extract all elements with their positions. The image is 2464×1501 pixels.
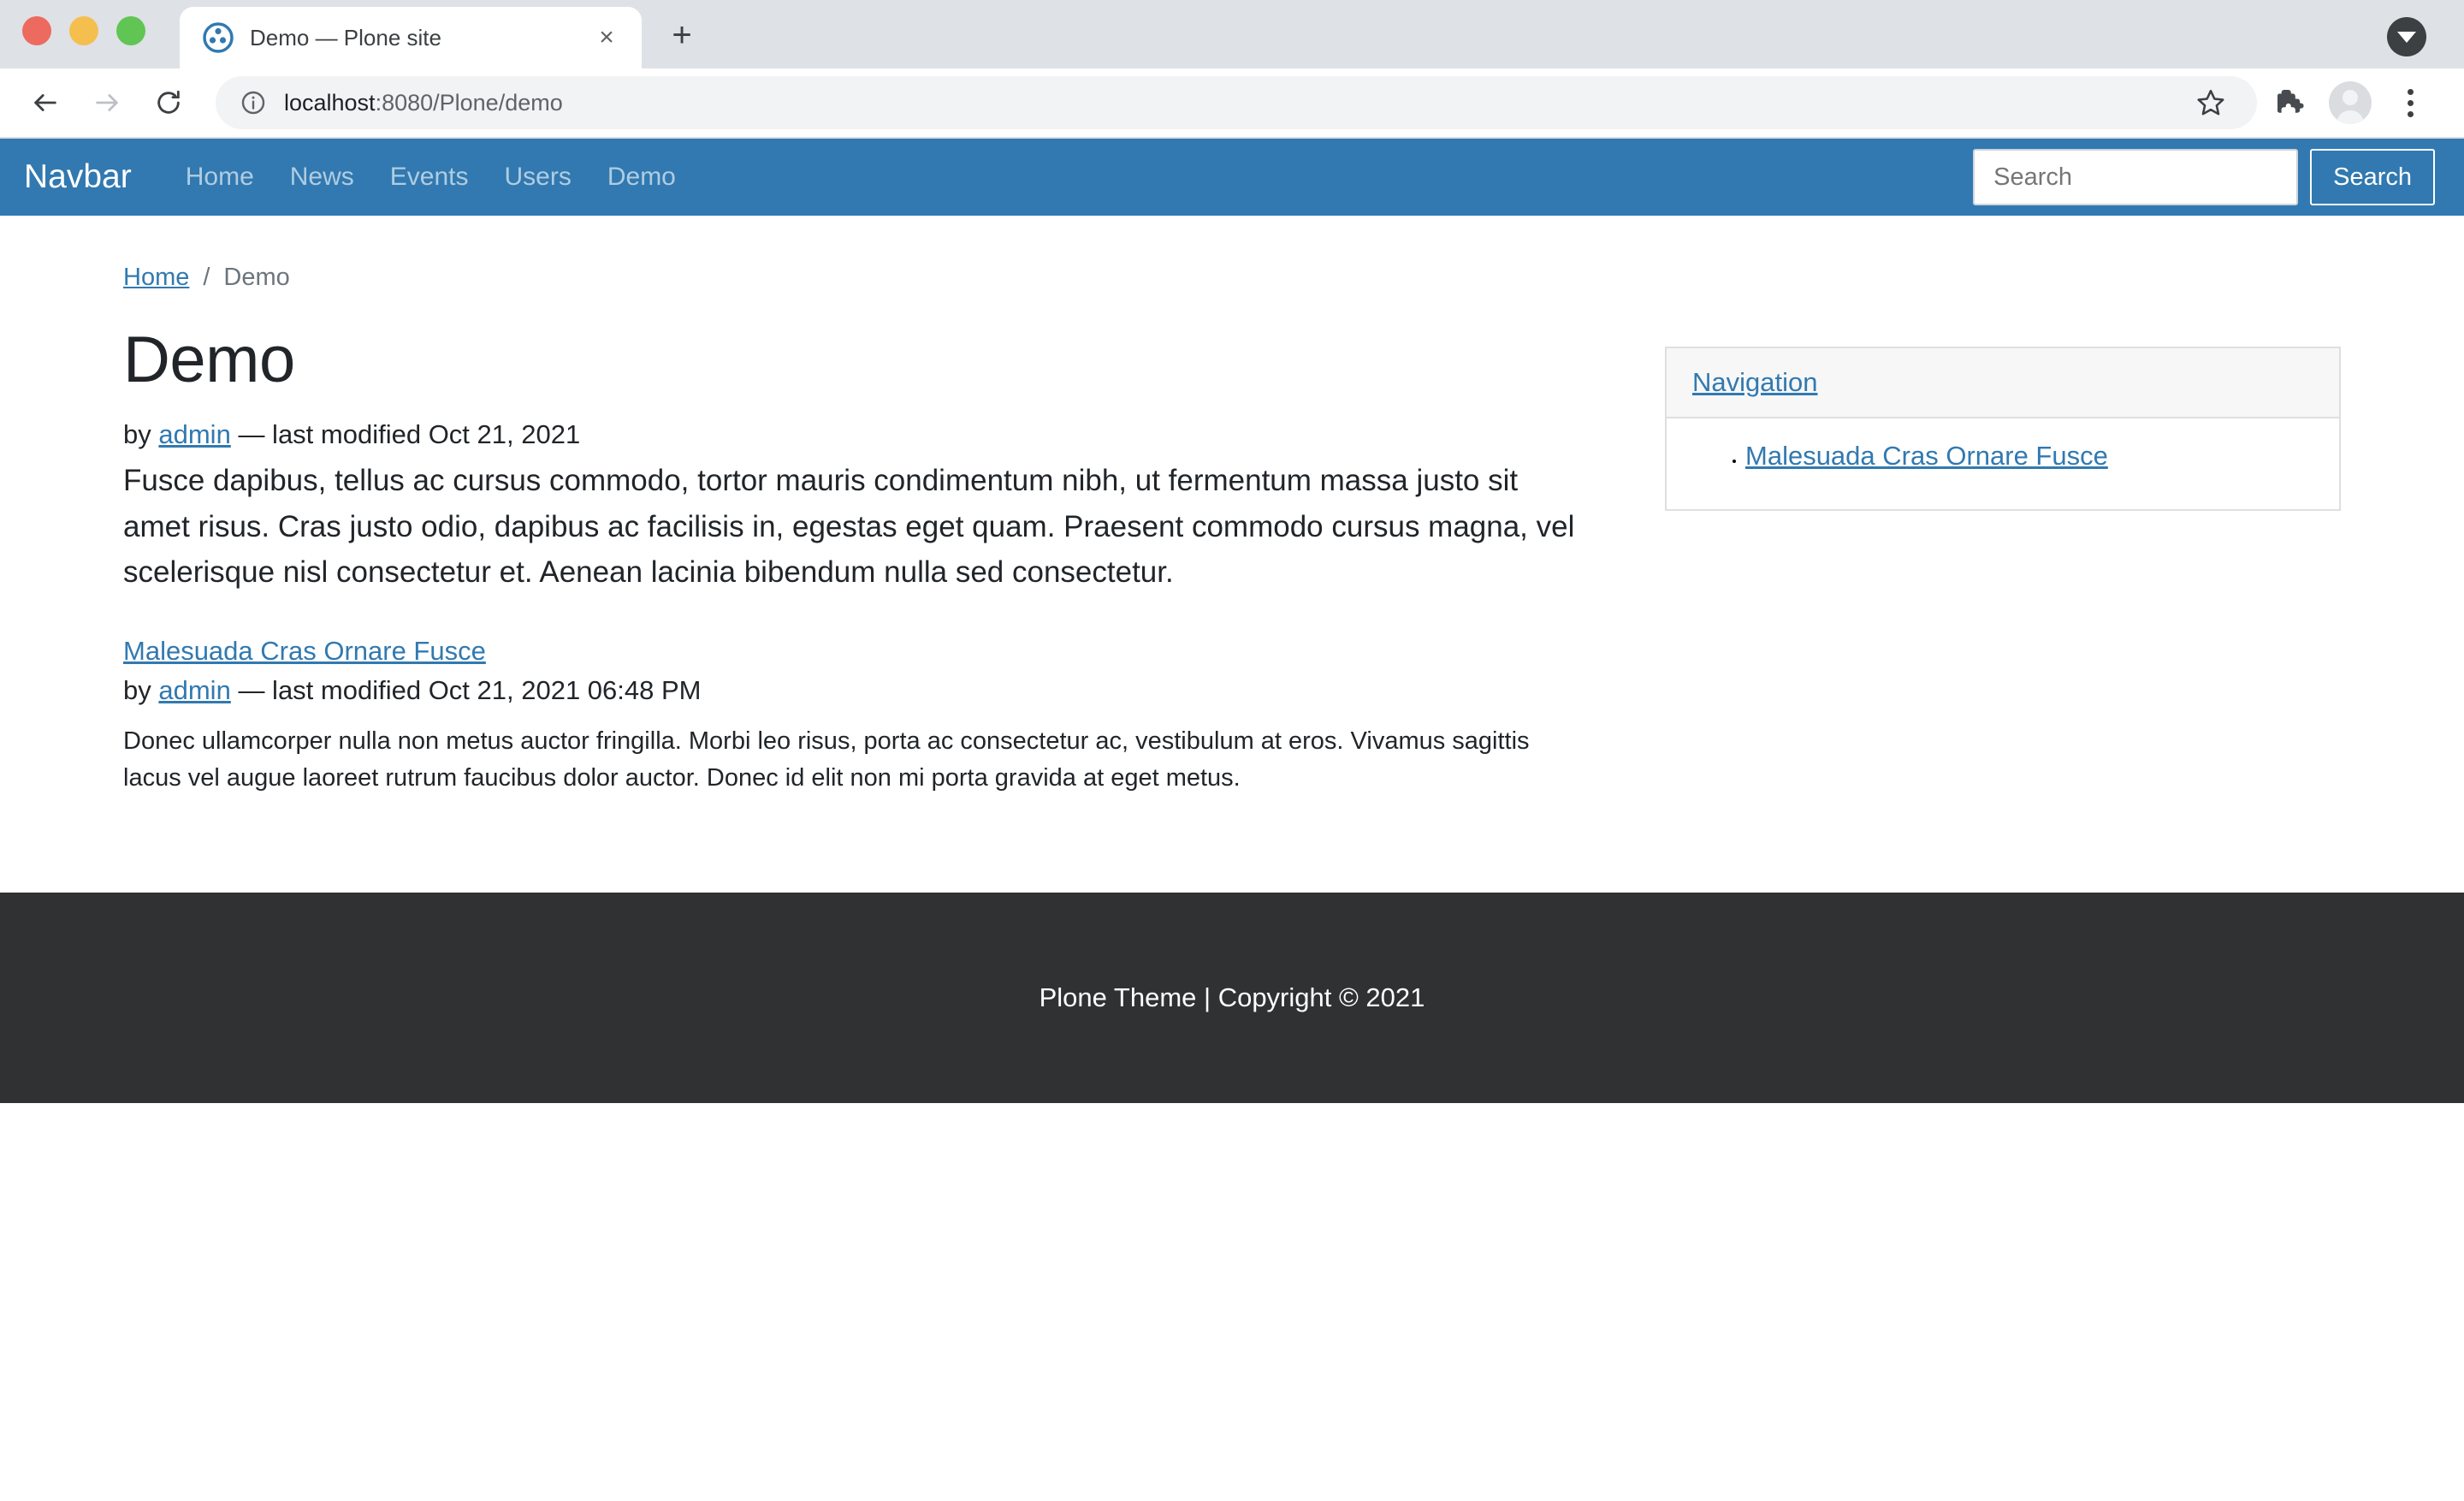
main-content-column: Demo by admin — last modified Oct 21, 20… [123, 323, 1629, 797]
page-title: Demo [123, 323, 295, 396]
search-button[interactable]: Search [2310, 149, 2435, 205]
page-body: Home / Demo Demo by admin — last modifie… [0, 216, 2464, 1103]
nav-item-demo[interactable]: Demo [589, 163, 694, 192]
list-item: Malesuada Cras Ornare Fusce [1745, 441, 2313, 472]
nav-link-news[interactable]: News [272, 163, 372, 192]
byline-author-link[interactable]: admin [158, 419, 230, 449]
nav-item-news[interactable]: News [272, 163, 372, 192]
bookmark-star-icon[interactable] [2187, 79, 2235, 127]
reload-button[interactable] [142, 76, 195, 129]
maximize-window-button[interactable] [116, 16, 145, 45]
nav-link-demo[interactable]: Demo [589, 163, 694, 192]
extensions-puzzle-icon[interactable] [2266, 78, 2315, 128]
nav-link-home[interactable]: Home [168, 163, 272, 192]
forward-button[interactable] [80, 76, 133, 129]
plone-favicon-icon [202, 21, 234, 54]
close-tab-icon[interactable]: × [590, 21, 623, 54]
breadcrumb-current: Demo [223, 264, 290, 291]
item-byline-modified: — last modified Oct 21, 2021 06:48 PM [238, 674, 702, 705]
browser-tabstrip: Demo — Plone site × + [0, 0, 2464, 68]
browser-toolbar: localhost:8080/Plone/demo [0, 68, 2464, 139]
item-byline-prefix: by [123, 674, 151, 705]
nav-link-users[interactable]: Users [487, 163, 589, 192]
url-host: localhost [284, 89, 376, 116]
portlet-header: Navigation [1667, 348, 2339, 418]
back-button[interactable] [19, 76, 72, 129]
site-navbar: Navbar Home News Events Users Demo Searc… [0, 139, 2464, 216]
site-footer: Plone Theme | Copyright © 2021 [0, 892, 2464, 1103]
portlet-body: Malesuada Cras Ornare Fusce [1667, 418, 2339, 509]
document-description: Fusce dapibus, tellus ac cursus commodo,… [123, 464, 1575, 589]
footer-copyright: Plone Theme | Copyright © 2021 [1039, 982, 1425, 1012]
close-window-button[interactable] [22, 16, 51, 45]
address-bar-url: localhost:8080/Plone/demo [284, 90, 2170, 116]
three-dots-icon [2407, 88, 2414, 117]
breadcrumb: Home / Demo [123, 216, 2341, 292]
content-columns: Demo by admin — last modified Oct 21, 20… [123, 292, 2341, 797]
list-item: Malesuada Cras Ornare Fusce by admin — l… [123, 636, 1578, 797]
breadcrumb-separator: / [203, 264, 210, 291]
navbar-links: Home News Events Users Demo [168, 163, 694, 192]
item-byline-author-link[interactable]: admin [158, 675, 230, 705]
sidebar-column: Navigation Malesuada Cras Ornare Fusce [1629, 323, 2341, 511]
browser-tab-title: Demo — Plone site [250, 24, 441, 50]
browser-tab-active[interactable]: Demo — Plone site × [180, 7, 642, 68]
address-bar[interactable]: localhost:8080/Plone/demo [216, 76, 2257, 129]
search-input[interactable] [1973, 149, 2299, 205]
chevron-down-icon [2397, 31, 2416, 43]
window-controls [22, 0, 145, 68]
minimize-window-button[interactable] [69, 16, 98, 45]
byline-prefix: by [123, 419, 151, 450]
nav-item-users[interactable]: Users [487, 163, 589, 192]
site-info-icon[interactable] [240, 89, 267, 116]
nav-item-events[interactable]: Events [372, 163, 487, 192]
portlet-header-link[interactable]: Navigation [1692, 367, 1817, 397]
nav-item-home[interactable]: Home [168, 163, 272, 192]
nav-link-events[interactable]: Events [372, 163, 487, 192]
item-title-link[interactable]: Malesuada Cras Ornare Fusce [123, 636, 486, 667]
navbar-brand[interactable]: Navbar [24, 158, 132, 196]
portlet-item-link[interactable]: Malesuada Cras Ornare Fusce [1745, 441, 2108, 471]
byline-modified: — last modified Oct 21, 2021 [238, 419, 581, 450]
browser-window: Demo — Plone site × + localhost:8080/Plo… [0, 0, 2464, 1501]
navbar-search-form: Search [1973, 149, 2435, 205]
profile-avatar[interactable] [2329, 81, 2372, 124]
portlet-list: Malesuada Cras Ornare Fusce [1692, 441, 2313, 472]
content-container: Home / Demo Demo by admin — last modifie… [0, 216, 2464, 797]
new-tab-button[interactable]: + [660, 14, 703, 56]
item-byline: by admin — last modified Oct 21, 2021 06… [123, 675, 1578, 706]
document-byline: by admin — last modified Oct 21, 2021 [123, 416, 1578, 454]
navigation-portlet: Navigation Malesuada Cras Ornare Fusce [1665, 347, 2341, 511]
page-viewport: Navbar Home News Events Users Demo Searc… [0, 139, 2464, 1499]
url-path: :8080/Plone/demo [375, 89, 563, 116]
breadcrumb-home-link[interactable]: Home [123, 264, 189, 292]
tab-search-icon[interactable] [2387, 17, 2426, 56]
item-description: Donec ullamcorper nulla non metus auctor… [123, 727, 1530, 792]
browser-menu-icon[interactable] [2385, 78, 2435, 128]
